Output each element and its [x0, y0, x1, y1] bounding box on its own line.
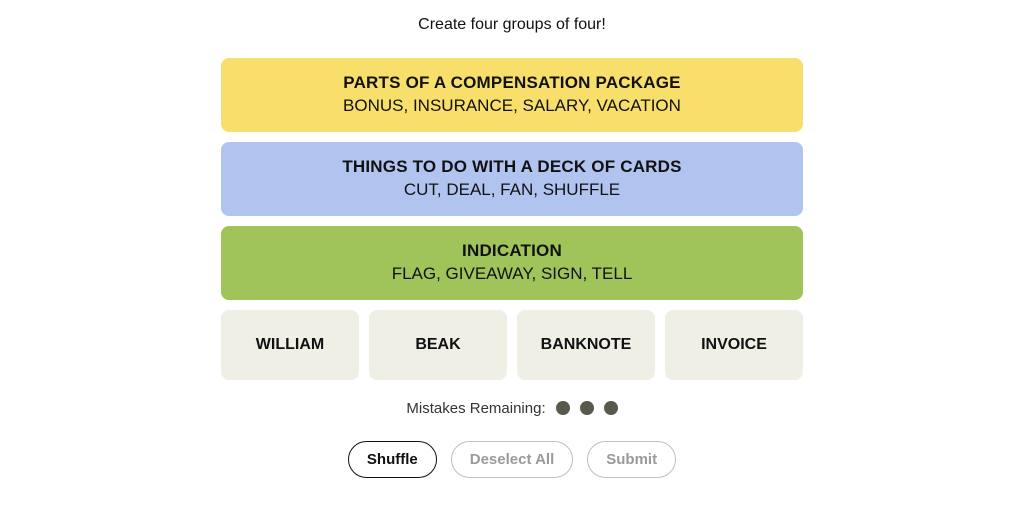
solved-group-green: INDICATION FLAG, GIVEAWAY, SIGN, TELL — [221, 226, 803, 300]
solved-words: CUT, DEAL, FAN, SHUFFLE — [231, 179, 793, 202]
action-buttons: Shuffle Deselect All Submit — [348, 441, 676, 478]
solved-words: FLAG, GIVEAWAY, SIGN, TELL — [231, 263, 793, 286]
mistake-dot-icon — [556, 401, 570, 415]
solved-category: THINGS TO DO WITH A DECK OF CARDS — [231, 156, 793, 179]
tile-row: WILLIAM BEAK BANKNOTE INVOICE — [221, 310, 803, 380]
mistakes-label: Mistakes Remaining: — [406, 400, 545, 417]
word-tile[interactable]: BEAK — [369, 310, 507, 380]
word-tile[interactable]: BANKNOTE — [517, 310, 655, 380]
instructions-text: Create four groups of four! — [418, 16, 606, 34]
solved-group-yellow: PARTS OF A COMPENSATION PACKAGE BONUS, I… — [221, 58, 803, 132]
mistake-dot-icon — [604, 401, 618, 415]
solved-words: BONUS, INSURANCE, SALARY, VACATION — [231, 95, 793, 118]
mistakes-remaining: Mistakes Remaining: — [406, 400, 617, 417]
solved-group-blue: THINGS TO DO WITH A DECK OF CARDS CUT, D… — [221, 142, 803, 216]
submit-button[interactable]: Submit — [587, 441, 676, 478]
word-tile[interactable]: WILLIAM — [221, 310, 359, 380]
solved-category: PARTS OF A COMPENSATION PACKAGE — [231, 72, 793, 95]
mistake-dots — [556, 401, 618, 415]
word-tile[interactable]: INVOICE — [665, 310, 803, 380]
game-board: PARTS OF A COMPENSATION PACKAGE BONUS, I… — [221, 58, 803, 380]
shuffle-button[interactable]: Shuffle — [348, 441, 437, 478]
solved-category: INDICATION — [231, 240, 793, 263]
mistake-dot-icon — [580, 401, 594, 415]
deselect-all-button[interactable]: Deselect All — [451, 441, 574, 478]
